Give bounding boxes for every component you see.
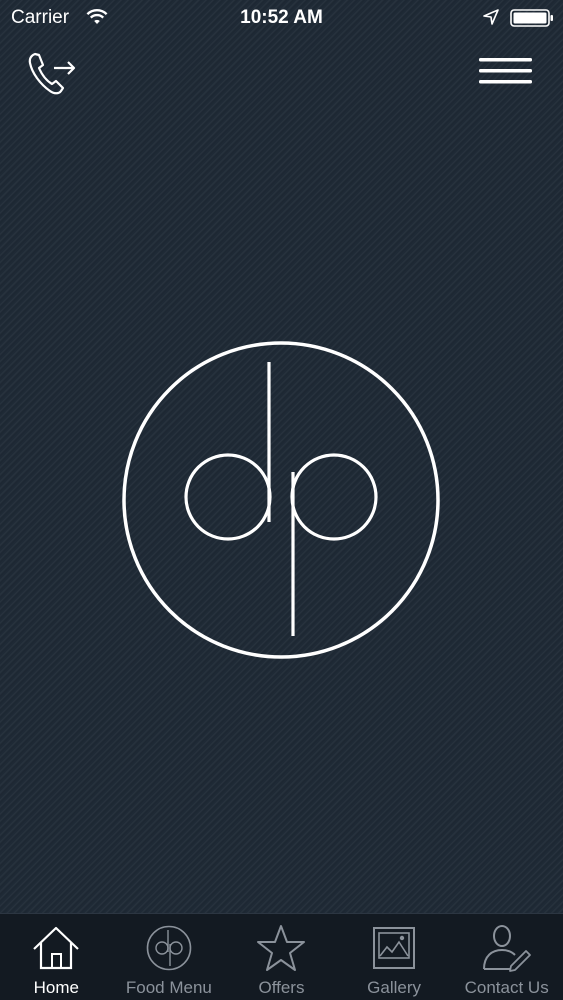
tab-offers-label: Offers	[258, 978, 305, 997]
tab-contact-us[interactable]: Contact Us	[450, 914, 563, 1000]
clock-label: 10:52 AM	[240, 7, 323, 28]
menu-button[interactable]	[478, 56, 534, 88]
tab-home[interactable]: Home	[0, 914, 113, 1000]
dp-logo-icon	[113, 922, 226, 974]
tab-gallery-label: Gallery	[367, 978, 421, 997]
tab-offers[interactable]: Offers	[225, 914, 338, 1000]
tab-gallery[interactable]: Gallery	[338, 914, 451, 1000]
contact-user-icon	[450, 922, 563, 974]
status-bar: Carrier 10:52 AM	[0, 0, 563, 36]
tab-food-menu-label: Food Menu	[125, 978, 212, 997]
phone-outgoing-icon	[28, 52, 76, 95]
star-icon	[225, 922, 338, 974]
tab-bar: Home Food Menu Offers Gallery Contact Us	[0, 913, 563, 1000]
tab-food-menu[interactable]: Food Menu	[113, 914, 226, 1000]
location-arrow-icon	[482, 8, 500, 32]
dp-monogram-logo	[121, 340, 441, 660]
tab-home-label: Home	[33, 978, 79, 997]
gallery-icon	[338, 922, 451, 974]
call-button[interactable]	[26, 48, 80, 98]
app-screen: Carrier 10:52 AM Home Food Menu Offers G…	[0, 0, 563, 1000]
tab-contact-us-label: Contact Us	[464, 978, 549, 997]
battery-icon	[510, 9, 554, 33]
home-icon	[0, 922, 113, 974]
hamburger-menu-icon	[479, 58, 532, 84]
